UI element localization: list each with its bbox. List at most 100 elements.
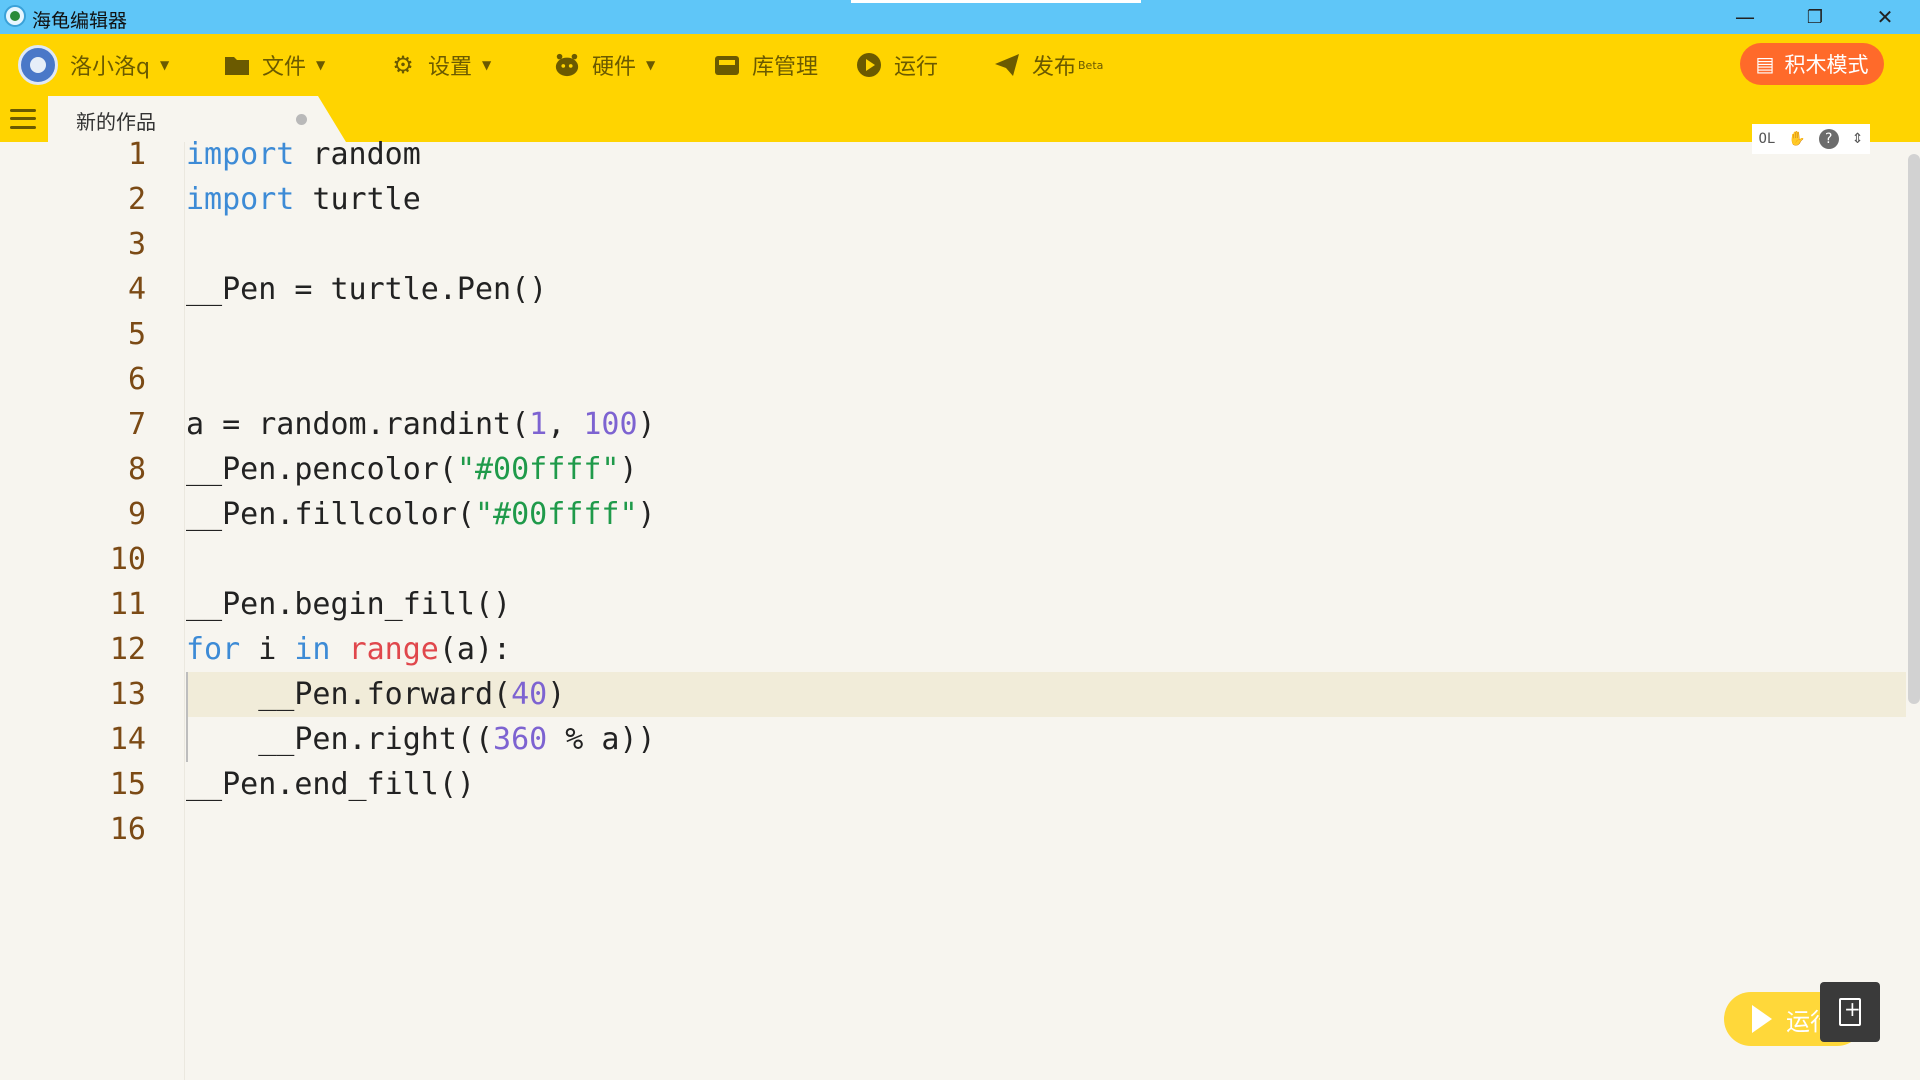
code-line[interactable]: import turtle xyxy=(186,177,421,222)
new-file-icon xyxy=(1839,997,1861,1026)
code-token: __Pen.fillcolor( xyxy=(186,497,475,532)
code-line[interactable]: __Pen.pencolor("#00ffff") xyxy=(186,447,638,492)
line-number: 7 xyxy=(127,407,146,442)
code-token: "#00ffff" xyxy=(474,497,638,532)
chevron-down-icon: ▼ xyxy=(646,58,656,72)
code-token: import xyxy=(186,182,295,217)
user-menu[interactable]: 洛小洛q ▼ xyxy=(18,44,169,86)
library-manager-button[interactable]: 库管理 xyxy=(714,48,818,82)
blocks-icon: ▤ xyxy=(1755,52,1775,76)
line-number: 1 xyxy=(127,137,146,172)
code-token: % a)) xyxy=(547,722,656,757)
code-token: turtle xyxy=(294,182,421,217)
code-line[interactable]: a = random.randint(1, 100) xyxy=(186,402,656,447)
file-menu[interactable]: 文件 ▼ xyxy=(224,48,325,82)
code-line[interactable]: __Pen.end_fill() xyxy=(186,762,475,807)
ol-toggle[interactable]: OL xyxy=(1758,131,1775,147)
hardware-menu[interactable]: 硬件 ▼ xyxy=(554,48,655,82)
code-token: 40 xyxy=(511,677,548,712)
line-number: 11 xyxy=(109,587,146,622)
play-icon xyxy=(856,52,882,78)
line-number: 15 xyxy=(109,767,146,802)
code-token: ) xyxy=(637,497,656,532)
line-number: 16 xyxy=(109,812,146,847)
app-logo-icon xyxy=(4,5,26,27)
play-icon xyxy=(1752,1005,1772,1033)
paper-plane-icon xyxy=(994,52,1020,78)
line-number: 4 xyxy=(127,272,146,307)
vertical-scrollbar[interactable] xyxy=(1908,154,1920,704)
code-token: __Pen.forward( xyxy=(186,677,512,712)
minimize-button[interactable]: — xyxy=(1710,0,1780,34)
line-number: 5 xyxy=(127,317,146,352)
block-mode-label: 积木模式 xyxy=(1784,53,1869,77)
code-line[interactable]: for i in range(a): xyxy=(186,627,511,672)
folder-icon xyxy=(224,52,250,78)
code-token: range xyxy=(348,632,439,667)
line-number: 10 xyxy=(109,542,146,577)
code-token: __Pen.begin_fill() xyxy=(186,587,512,622)
code-token: ) xyxy=(619,452,638,487)
run-menu-button[interactable]: 运行 xyxy=(856,48,938,82)
chevron-down-icon: ▼ xyxy=(482,58,492,72)
library-manager-label: 库管理 xyxy=(752,55,819,80)
code-token: __Pen.right(( xyxy=(186,722,494,757)
robot-icon xyxy=(554,52,580,78)
line-number: 9 xyxy=(127,497,146,532)
gear-icon: ⚙ xyxy=(392,51,414,79)
box-icon xyxy=(714,52,740,78)
code-token: random xyxy=(294,137,421,172)
new-file-button[interactable] xyxy=(1820,982,1880,1042)
code-line[interactable]: __Pen.forward(40) xyxy=(186,672,565,717)
code-line[interactable]: __Pen.begin_fill() xyxy=(186,582,511,627)
line-number: 14 xyxy=(109,722,146,757)
run-menu-label: 运行 xyxy=(894,55,939,80)
code-line[interactable]: __Pen.fillcolor("#00ffff") xyxy=(186,492,656,537)
title-strip xyxy=(851,0,1141,3)
code-token: __Pen = turtle.Pen() xyxy=(186,272,548,307)
sidebar-toggle-icon[interactable] xyxy=(10,106,36,132)
expand-icon[interactable]: ⇕ xyxy=(1852,131,1864,147)
line-number: 13 xyxy=(109,677,146,712)
code-token: for xyxy=(186,632,241,667)
chevron-down-icon: ▼ xyxy=(316,58,326,72)
line-number: 12 xyxy=(109,632,146,667)
code-token: 360 xyxy=(493,722,548,757)
code-token: import xyxy=(186,137,295,172)
window-title: 海龟编辑器 xyxy=(32,10,128,32)
avatar xyxy=(18,45,58,85)
beta-badge: Beta xyxy=(1078,58,1104,72)
code-token: , xyxy=(547,407,584,442)
chevron-down-icon: ▼ xyxy=(159,58,170,72)
left-strip xyxy=(0,142,49,1080)
code-line[interactable]: __Pen.right((360 % a)) xyxy=(186,717,656,762)
code-line[interactable]: __Pen = turtle.Pen() xyxy=(186,267,547,312)
settings-menu[interactable]: ⚙ 设置 ▼ xyxy=(390,48,491,82)
user-name: 洛小洛q xyxy=(70,55,150,80)
code-token: 1 xyxy=(529,407,548,442)
code-token: in xyxy=(294,632,331,667)
help-icon[interactable]: ? xyxy=(1818,129,1839,149)
hardware-menu-label: 硬件 xyxy=(592,55,637,80)
code-token: __Pen.pencolor( xyxy=(186,452,457,487)
code-token: ) xyxy=(547,677,566,712)
close-button[interactable]: ✕ xyxy=(1850,0,1920,34)
editor-mini-toolbar: OL ✋ ? ⇕ xyxy=(1752,124,1870,154)
publish-label: 发布 xyxy=(1032,55,1077,80)
hand-icon[interactable]: ✋ xyxy=(1788,131,1805,147)
tab-label: 新的作品 xyxy=(76,110,156,134)
settings-menu-label: 设置 xyxy=(428,55,473,80)
code-token: ) xyxy=(637,407,656,442)
line-number: 3 xyxy=(127,227,146,262)
line-number: 2 xyxy=(127,182,146,217)
title-bar: 海龟编辑器 — ❐ ✕ xyxy=(0,0,1920,34)
publish-button[interactable]: 发布 Beta xyxy=(994,48,1103,82)
code-line[interactable]: import random xyxy=(186,132,421,177)
line-number: 8 xyxy=(127,452,146,487)
code-token: 100 xyxy=(583,407,638,442)
block-mode-button[interactable]: ▤ 积木模式 xyxy=(1740,43,1884,85)
code-token: __Pen.end_fill() xyxy=(186,767,475,802)
restore-button[interactable]: ❐ xyxy=(1780,0,1850,34)
main-toolbar: 洛小洛q ▼ 文件 ▼ ⚙ 设置 ▼ 硬件 ▼ 库管理 运行 发布 Beta ▤… xyxy=(0,34,1920,96)
